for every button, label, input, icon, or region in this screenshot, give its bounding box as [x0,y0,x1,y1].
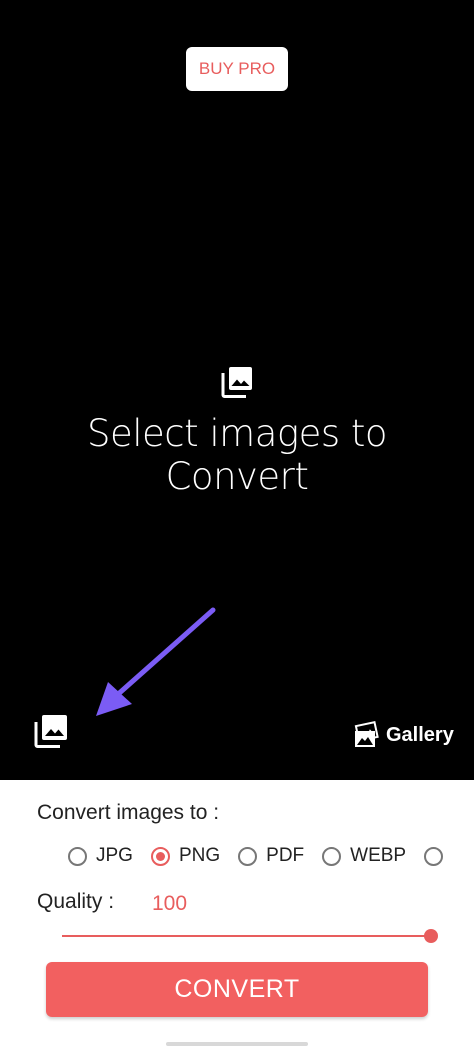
format-label-pdf: PDF [266,845,305,866]
convert-images-to-label: Convert images to : [37,801,220,824]
radio-png[interactable] [150,846,170,866]
convert-button[interactable]: CONVERT [46,962,428,1017]
home-indicator [166,1042,308,1046]
prompt-line-2: Convert [165,455,309,498]
quality-value: 100 [152,892,188,915]
format-option-png[interactable]: PNG [150,845,221,867]
radio-jpg[interactable] [68,846,87,866]
select-images-prompt: Select images to Convert [40,412,434,498]
gallery-label: Gallery [386,723,454,746]
format-label-webp: WEBP [350,845,407,866]
select-images-icon[interactable] [33,713,69,749]
photos-icon [354,720,379,747]
quality-slider-track [62,935,431,937]
quality-slider-thumb[interactable] [424,929,438,943]
radio-more[interactable] [424,846,444,866]
annotation-arrow [96,607,216,716]
gallery-button[interactable]: Gallery [352,718,454,752]
format-options: JPG PNG PDF WEBP [68,844,470,868]
format-option-more[interactable] [424,846,452,866]
prompt-line-1: Select images to [86,412,388,455]
format-option-jpg[interactable]: JPG [68,845,133,867]
format-label-jpg: JPG [96,845,133,866]
format-label-png: PNG [178,845,221,866]
buy-pro-button[interactable]: BUY PRO [186,47,288,91]
radio-pdf[interactable] [238,846,258,866]
format-option-pdf[interactable]: PDF [238,845,304,867]
quality-slider[interactable] [62,928,438,944]
photo-library-icon [221,367,252,398]
quality-label: Quality : [37,890,115,913]
radio-webp[interactable] [322,846,342,866]
format-option-webp[interactable]: WEBP [322,845,406,867]
